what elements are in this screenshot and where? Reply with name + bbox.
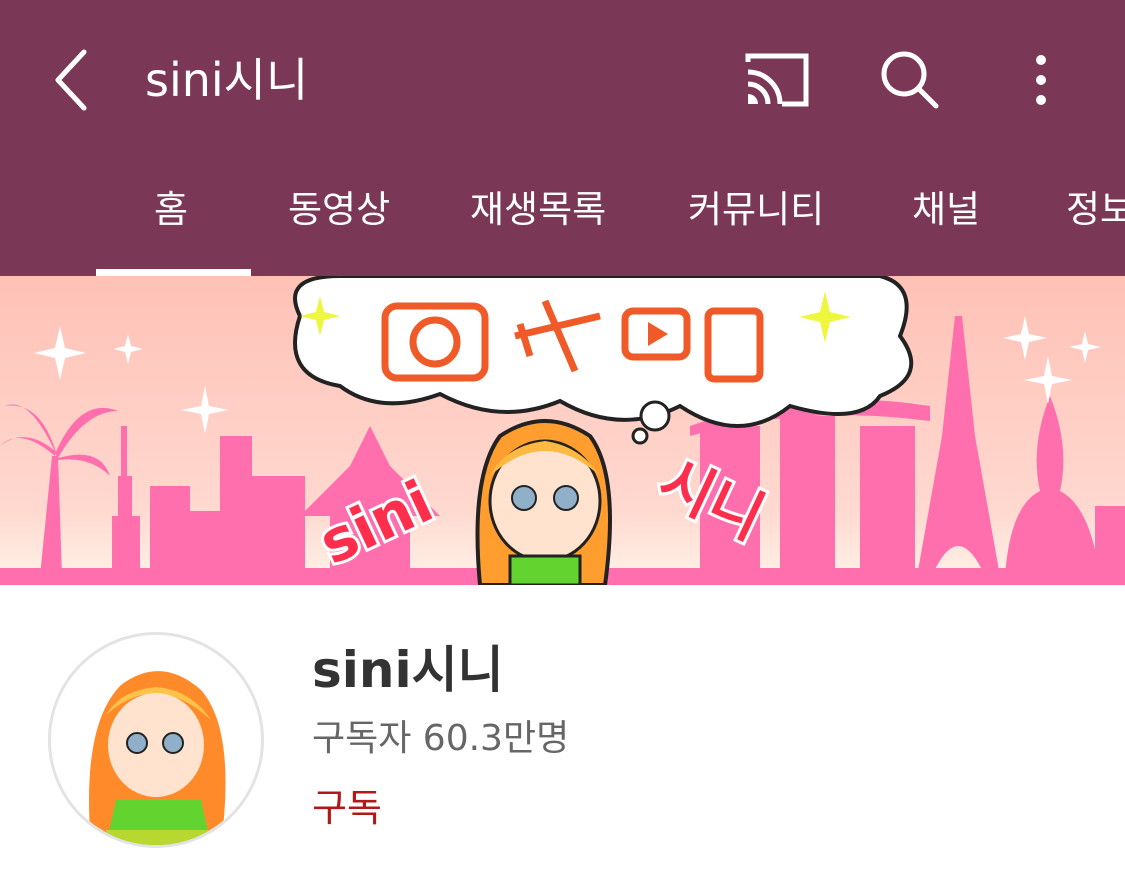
channel-banner: sini 시니 — [0, 276, 1125, 585]
back-button[interactable] — [40, 42, 112, 118]
channel-header: sini시니 구독자 60.3만명 구독 — [0, 585, 1125, 882]
channel-avatar[interactable] — [48, 632, 264, 848]
back-arrow-icon — [55, 49, 87, 111]
search-button[interactable] — [872, 44, 948, 116]
banner-art: sini 시니 — [0, 276, 1125, 585]
channel-tabs: 홈 동영상 재생목록 커뮤니티 채널 정보 — [0, 160, 1125, 276]
more-vert-icon — [1036, 55, 1046, 105]
tab-videos[interactable]: 동영상 — [288, 184, 390, 236]
avatar-image — [51, 635, 261, 845]
subscribe-button[interactable]: 구독 — [312, 783, 382, 833]
selected-tab-indicator — [96, 269, 251, 276]
tab-channels[interactable]: 채널 — [912, 184, 980, 236]
tab-about[interactable]: 정보 — [1066, 184, 1125, 236]
tab-playlists[interactable]: 재생목록 — [470, 184, 606, 236]
channel-name: sini시니 — [312, 641, 504, 699]
subscriber-count: 구독자 60.3만명 — [312, 718, 570, 759]
tab-home[interactable]: 홈 — [154, 184, 188, 236]
search-icon — [881, 51, 939, 109]
more-options-button[interactable] — [1018, 46, 1064, 116]
channel-title: sini시니 — [145, 53, 309, 107]
app-bar: sini시니 홈 동영상 재생목록 커뮤니티 채널 정보 — [0, 0, 1125, 276]
banner-character — [475, 419, 612, 585]
cast-icon — [745, 53, 809, 107]
tab-community[interactable]: 커뮤니티 — [688, 184, 824, 236]
cast-button[interactable] — [740, 48, 816, 112]
